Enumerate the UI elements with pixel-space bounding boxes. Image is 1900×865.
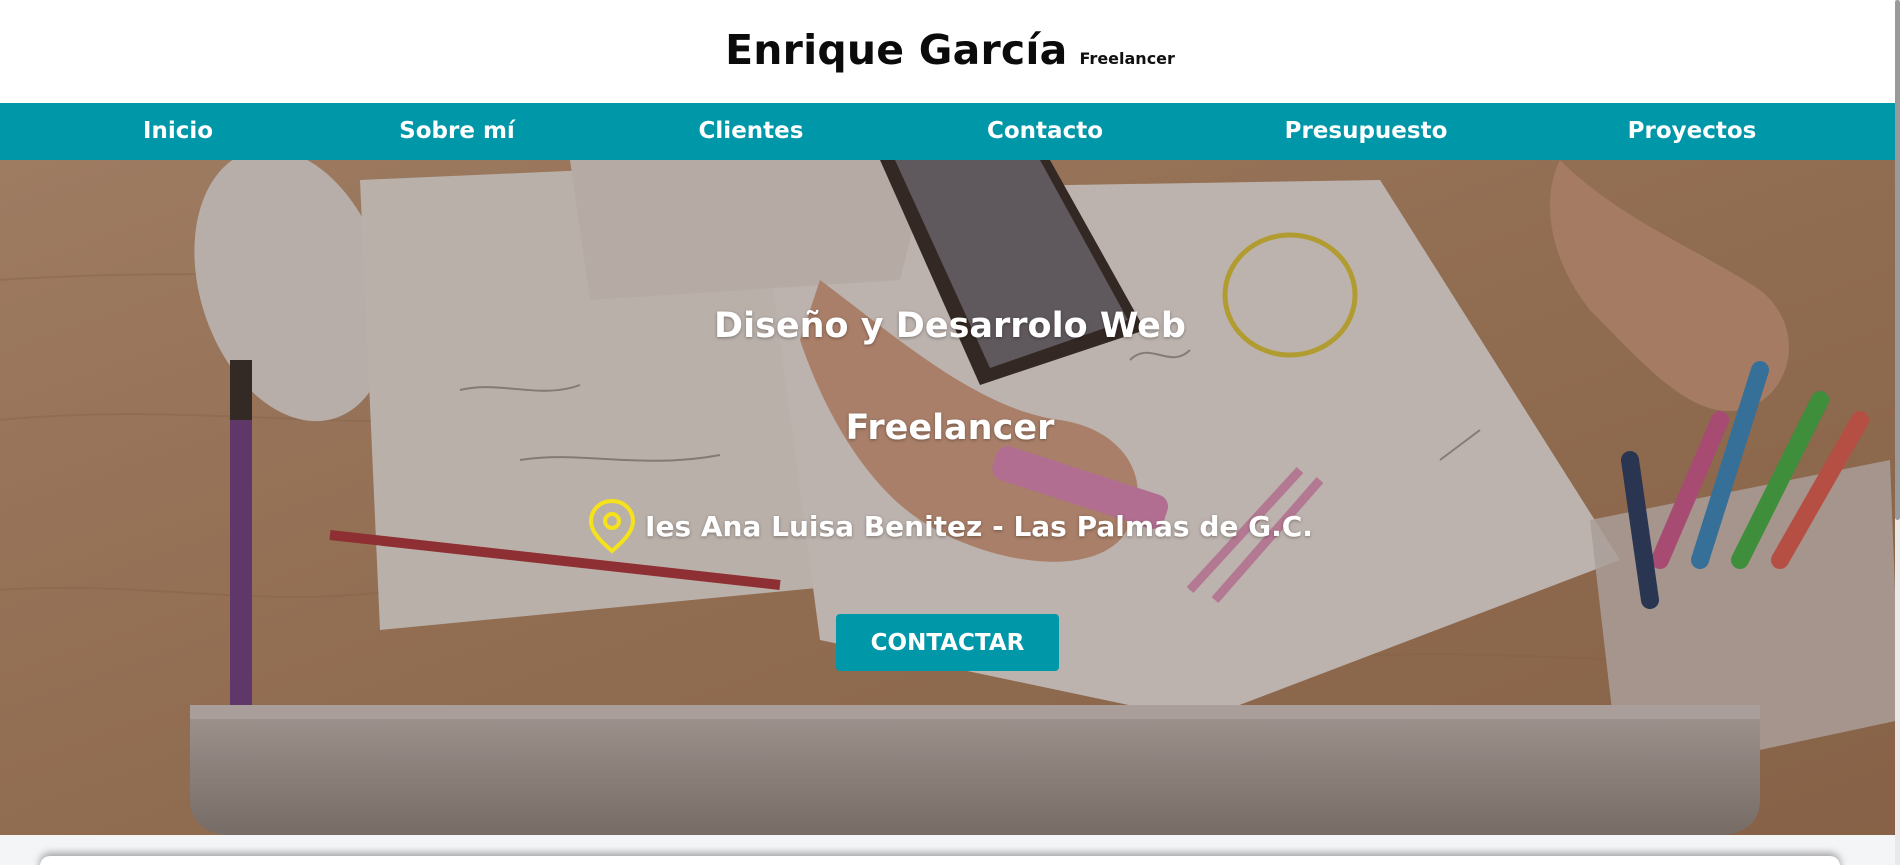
hero-title: Diseño y Desarrolo Web: [714, 306, 1186, 346]
brand-tagline: Freelancer: [1079, 48, 1175, 68]
nav-item-proyectos[interactable]: Proyectos: [1628, 103, 1757, 160]
page-scrollbar[interactable]: [1895, 0, 1900, 865]
nav-item-sobre-mi[interactable]: Sobre mí: [399, 103, 515, 160]
hero-content: Diseño y Desarrolo Web Freelancer Ies An…: [0, 160, 1900, 835]
scrollbar-thumb[interactable]: [1895, 0, 1900, 520]
location-text: Ies Ana Luisa Benitez - Las Palmas de G.…: [645, 509, 1313, 543]
contactar-button[interactable]: CONTACTAR: [836, 614, 1059, 671]
nav-item-presupuesto[interactable]: Presupuesto: [1285, 103, 1448, 160]
page: Enrique García Freelancer Inicio Sobre m…: [0, 0, 1900, 865]
nav-item-inicio[interactable]: Inicio: [143, 103, 213, 160]
hero-location: Ies Ana Luisa Benitez - Las Palmas de G.…: [0, 498, 1900, 554]
map-pin-icon: [589, 498, 636, 554]
brand[interactable]: Enrique García Freelancer: [725, 26, 1175, 74]
brand-name: Enrique García: [725, 25, 1068, 74]
content-card-edge: [40, 856, 1840, 865]
site-header: Enrique García Freelancer: [0, 0, 1900, 103]
hero-subtitle: Freelancer: [845, 408, 1055, 448]
nav-item-clientes[interactable]: Clientes: [699, 103, 804, 160]
nav-item-contacto[interactable]: Contacto: [987, 103, 1103, 160]
hero-section: Diseño y Desarrolo Web Freelancer Ies An…: [0, 160, 1900, 835]
main-nav: Inicio Sobre mí Clientes Contacto Presup…: [0, 103, 1900, 160]
